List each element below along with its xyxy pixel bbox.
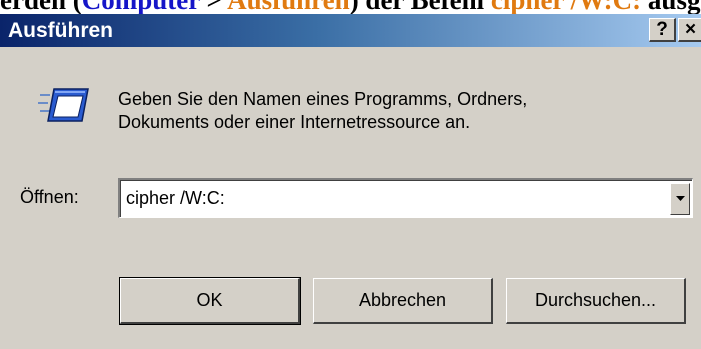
dropdown-button[interactable] bbox=[670, 183, 690, 215]
run-dialog: Ausführen ? × Geben Sie den Namen eines … bbox=[0, 14, 701, 349]
open-combobox[interactable]: cipher /W:C: bbox=[118, 178, 693, 218]
bg-link-computer[interactable]: Computer bbox=[82, 0, 200, 15]
open-label: Öffnen: bbox=[20, 187, 79, 207]
bg-text-4: ausgeführt bbox=[647, 0, 701, 15]
description-line-1: Geben Sie den Namen eines Programms, Ord… bbox=[118, 89, 528, 109]
run-program-icon bbox=[38, 88, 89, 122]
bg-command: cipher /W:C: bbox=[490, 0, 642, 15]
open-input[interactable]: cipher /W:C: bbox=[126, 188, 225, 209]
background-page-text: erden (Computer > Ausführen) der Befehl … bbox=[0, 0, 701, 15]
dialog-description: Geben Sie den Namen eines Programms, Ord… bbox=[118, 88, 678, 134]
close-button[interactable]: × bbox=[678, 18, 701, 42]
bg-text-3: ) der Befehl bbox=[349, 0, 491, 15]
ok-button[interactable]: OK bbox=[119, 277, 301, 325]
bg-text-2: > bbox=[199, 0, 228, 15]
bg-text-1: erden ( bbox=[0, 0, 82, 15]
help-button[interactable]: ? bbox=[649, 18, 676, 42]
description-line-2: Dokuments oder einer Internetressource a… bbox=[118, 112, 471, 132]
chevron-down-icon bbox=[675, 196, 685, 201]
bg-link-ausfuehren[interactable]: Ausführen bbox=[227, 0, 350, 15]
title-bar[interactable]: Ausführen ? × bbox=[0, 14, 701, 47]
window-title: Ausführen bbox=[8, 19, 113, 42]
browse-button[interactable]: Durchsuchen... bbox=[506, 278, 686, 324]
cancel-button[interactable]: Abbrechen bbox=[313, 278, 493, 324]
